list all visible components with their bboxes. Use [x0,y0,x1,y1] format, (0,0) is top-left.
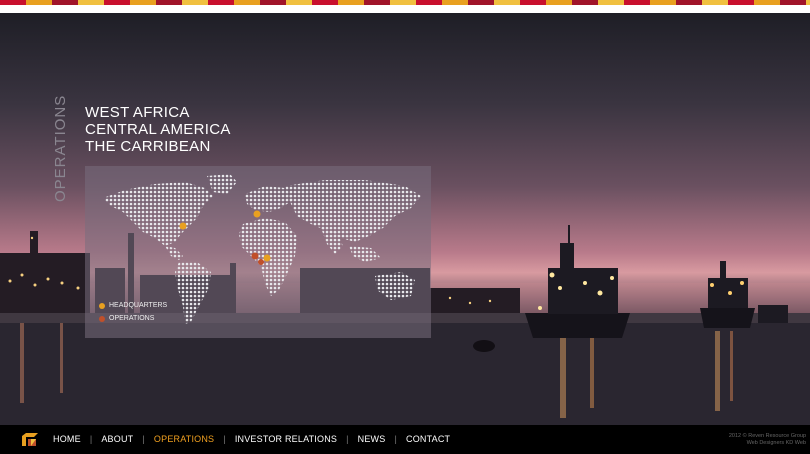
nav-separator: | [142,434,145,444]
section-title: OPERATIONS [52,94,69,202]
copyright-line: 2012 © Reven Resource Group [728,433,806,439]
operation-regions: WEST AFRICA CENTRAL AMERICA THE CARRIBEA… [85,104,231,155]
footer-nav-bar: HOME | ABOUT | OPERATIONS | INVESTOR REL… [0,425,810,454]
copyright: 2012 © Reven Resource Group Web Designer… [729,433,806,447]
nav-about[interactable]: ABOUT [101,434,133,444]
legend-operations-label: OPERATIONS [109,315,155,322]
hero-image: OPERATIONS WEST AFRICA CENTRAL AMERICA T… [0,13,810,425]
nav-separator: | [89,434,93,444]
headquarters-marker-icon [99,302,105,309]
legend-headquarters-label: HEADQUARTERS [109,302,168,309]
world-map [103,174,421,324]
credits-line[interactable]: Web Designers KD Web [729,440,806,447]
nav-separator: | [346,434,349,444]
logo-icon[interactable] [22,433,38,446]
main-nav: HOME | ABOUT | OPERATIONS | INVESTOR REL… [53,434,450,444]
region-carribean: THE CARRIBEAN [85,138,211,155]
operations-marker-icon [99,315,105,322]
nav-separator: | [394,434,398,444]
top-white-bar [0,5,810,13]
nav-home[interactable]: HOME [53,434,81,444]
world-map-panel: HEADQUARTERS OPERATIONS [85,166,431,338]
ship-1 [525,225,630,338]
nav-news[interactable]: NEWS [358,434,386,444]
region-central-america: CENTRAL AMERICA [85,121,231,138]
nav-separator: | [223,434,226,444]
legend-operations: OPERATIONS [99,315,154,322]
nav-operations[interactable]: OPERATIONS [154,434,214,444]
region-west-africa: WEST AFRICA [85,104,190,121]
legend-headquarters: HEADQUARTERS [99,302,167,309]
nav-investor-relations[interactable]: INVESTOR RELATIONS [235,434,337,444]
nav-contact[interactable]: CONTACT [406,434,450,444]
